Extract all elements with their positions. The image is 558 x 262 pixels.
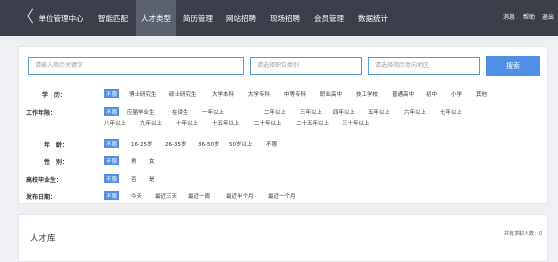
total-count: 0 xyxy=(539,231,543,237)
gender-option-male[interactable]: 男 xyxy=(131,157,137,165)
experience-option[interactable]: 十五年以上 xyxy=(212,119,240,127)
education-option[interactable]: 职业高中 xyxy=(320,90,342,98)
experience-option[interactable]: 十年以上 xyxy=(176,119,198,127)
graduate-all-tag[interactable]: 不限 xyxy=(104,174,119,183)
experience-option[interactable]: 四年以上 xyxy=(333,108,355,116)
experience-option[interactable]: 三年以上 xyxy=(300,108,322,116)
post-date-option[interactable]: 最近一周 xyxy=(188,192,210,200)
position-category-select[interactable]: 请选择职位类别 xyxy=(250,57,362,75)
age-all-tag[interactable]: 不限 xyxy=(104,139,119,148)
education-option[interactable]: 普通高中 xyxy=(392,90,414,98)
graduate-label: 高校毕业生： xyxy=(26,177,63,184)
nav-member-management[interactable]: 会员管理 xyxy=(308,0,350,36)
gender-all-tag[interactable]: 不限 xyxy=(104,156,119,165)
education-option[interactable]: 博士研究生 xyxy=(129,90,157,98)
education-option[interactable]: 技工学校 xyxy=(356,90,378,98)
education-option[interactable]: 硕士研究生 xyxy=(169,90,197,98)
keyword-search-input[interactable]: 请输入简历关键字 xyxy=(28,57,244,75)
education-option[interactable]: 其他 xyxy=(476,90,487,98)
education-option[interactable]: 大学本科 xyxy=(212,90,234,98)
age-option[interactable]: 50岁以上 xyxy=(229,140,253,148)
nav-talent-type[interactable]: 人才类型 xyxy=(136,0,176,36)
nav-statistics[interactable]: 数据统计 xyxy=(352,0,394,36)
experience-option[interactable]: 应届毕业生 xyxy=(127,108,155,116)
age-option[interactable]: 26-35岁 xyxy=(165,140,186,148)
region-select[interactable]: 请选择简历意向地区 xyxy=(368,57,480,75)
post-date-option[interactable]: 最近一个月 xyxy=(268,192,296,200)
age-option[interactable]: 不限 xyxy=(266,140,277,148)
post-date-option[interactable]: 最近半个月 xyxy=(226,192,254,200)
total-label: 共有求职人数： xyxy=(504,231,540,237)
search-button[interactable]: 搜索 xyxy=(486,56,540,76)
messages-link[interactable]: 消息 xyxy=(503,0,515,36)
experience-option[interactable]: 九年以上 xyxy=(140,119,162,127)
education-all-tag[interactable]: 不限 xyxy=(104,89,119,98)
graduate-option-no[interactable]: 否 xyxy=(131,175,137,183)
post-date-option[interactable]: 今天 xyxy=(131,192,142,200)
gender-label: 性 别： xyxy=(44,159,69,166)
experience-option[interactable]: 五年以上 xyxy=(368,108,390,116)
experience-option[interactable]: 二十年以上 xyxy=(254,119,282,127)
experience-option[interactable]: 三十年以上 xyxy=(342,119,370,127)
logout-link[interactable]: 退出 xyxy=(542,0,554,36)
experience-option[interactable]: 二年以上 xyxy=(264,108,286,116)
experience-option[interactable]: 在读生 xyxy=(172,108,189,116)
post-date-option[interactable]: 最近三天 xyxy=(155,192,177,200)
post-date-all-tag[interactable]: 不限 xyxy=(104,191,119,200)
total-jobseekers: 共有求职人数：0 xyxy=(504,230,542,237)
nav-smart-match[interactable]: 智能匹配 xyxy=(92,0,134,36)
education-option[interactable]: 中等专科 xyxy=(284,90,306,98)
education-option[interactable]: 大学专科 xyxy=(248,90,270,98)
experience-all-tag[interactable]: 不限 xyxy=(104,107,119,116)
nav-unit-center[interactable]: 单位管理中心 xyxy=(30,0,92,36)
experience-option[interactable]: 八年以上 xyxy=(104,119,126,127)
experience-option[interactable]: 七年以上 xyxy=(440,108,462,116)
graduate-option-yes[interactable]: 是 xyxy=(149,175,155,183)
age-option[interactable]: 36-50岁 xyxy=(198,140,219,148)
nav-resume-management[interactable]: 简历管理 xyxy=(178,0,218,36)
experience-option[interactable]: 六年以上 xyxy=(404,108,426,116)
education-option[interactable]: 小学 xyxy=(451,90,462,98)
education-label: 学 历： xyxy=(42,92,67,99)
age-label: 年 龄： xyxy=(44,142,69,149)
experience-label: 工作年限： xyxy=(26,110,57,117)
talent-library-title: 人才库 xyxy=(30,234,56,244)
gender-option-female[interactable]: 女 xyxy=(149,157,155,165)
age-option[interactable]: 16-25岁 xyxy=(131,140,152,148)
experience-option[interactable]: 二十五年以上 xyxy=(296,119,329,127)
post-date-label: 发布日期： xyxy=(26,194,57,201)
nav-onsite-recruitment[interactable]: 现场招聘 xyxy=(264,0,306,36)
help-link[interactable]: 帮助 xyxy=(523,0,535,36)
experience-option[interactable]: 一年以上 xyxy=(202,108,224,116)
nav-web-recruitment[interactable]: 网站招聘 xyxy=(220,0,262,36)
talent-library-panel xyxy=(18,214,548,262)
education-option[interactable]: 初中 xyxy=(426,90,437,98)
